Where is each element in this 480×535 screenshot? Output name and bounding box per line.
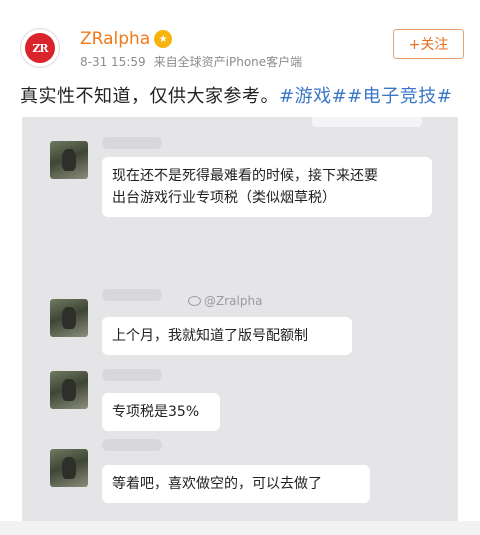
post-source: 来自全球资产iPhone客户端: [153, 55, 303, 69]
hashtag-esports[interactable]: #电子竞技#: [347, 86, 452, 107]
hashtag-games[interactable]: #游戏#: [279, 86, 347, 107]
weibo-icon: [188, 296, 201, 306]
cropped-bubble: [312, 117, 422, 127]
message-bubble: 等着吧，喜欢做空的，可以去做了: [102, 465, 370, 503]
message-line: 上个月，我就知道了版号配额制: [112, 328, 308, 344]
post-date: 8-31 15:59: [80, 55, 146, 69]
message-line: 专项税是35%: [112, 404, 200, 420]
vip-badge-icon: ★: [154, 30, 173, 48]
author-avatar[interactable]: ZR: [20, 28, 60, 68]
follow-button[interactable]: +关注: [393, 29, 464, 59]
sender-avatar: [50, 141, 88, 179]
watermark-text: @Zralpha: [204, 294, 263, 308]
author-name-text[interactable]: ZRalpha: [80, 29, 150, 49]
message-line: 现在还不是死得最难看的时候，接下来还要: [112, 168, 378, 184]
sender-avatar: [50, 299, 88, 337]
watermark: @Zralpha: [188, 294, 262, 308]
sender-name-blurred: [102, 369, 162, 381]
message-bubble: 现在还不是死得最难看的时候，接下来还要 出台游戏行业专项税（类似烟草税）: [102, 157, 432, 217]
avatar-logo: ZR: [25, 33, 55, 63]
author-name[interactable]: ZRalpha ★: [80, 29, 173, 49]
message-line: 出台游戏行业专项税（类似烟草税）: [112, 190, 336, 206]
sender-avatar: [50, 449, 88, 487]
message-line: 等着吧，喜欢做空的，可以去做了: [112, 476, 322, 492]
chat-screenshot-image[interactable]: 现在还不是死得最难看的时候，接下来还要 出台游戏行业专项税（类似烟草税） @Zr…: [22, 117, 458, 535]
post-header: ZR ZRalpha ★ 8-31 15:59 来自全球资产iPhone客户端 +…: [0, 0, 480, 80]
post-text: 真实性不知道，仅供大家参考。#游戏##电子竞技#: [20, 82, 452, 108]
message-bubble: 上个月，我就知道了版号配额制: [102, 317, 352, 355]
post-text-body: 真实性不知道，仅供大家参考。: [20, 86, 279, 107]
post-meta: 8-31 15:59 来自全球资产iPhone客户端: [80, 53, 302, 70]
message-bubble: 专项税是35%: [102, 393, 220, 431]
sender-name-blurred: [102, 289, 162, 301]
sender-name-blurred: [102, 439, 162, 451]
sender-name-blurred: [102, 137, 162, 149]
sender-avatar: [50, 371, 88, 409]
bottom-bar: [0, 521, 480, 535]
